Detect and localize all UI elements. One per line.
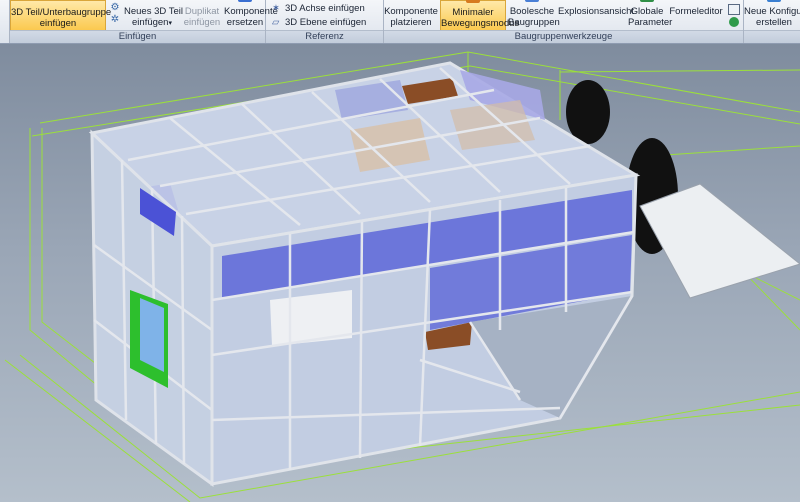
ribbon-group-konfiguration: Neue Konfigur erstellen xyxy=(744,0,800,43)
button-label-line2: einfügen xyxy=(183,17,221,28)
komponente-platzieren-button[interactable]: Komponente platzieren xyxy=(384,0,438,31)
door-window xyxy=(140,298,164,372)
button-label-line1: Neue Konfigur xyxy=(744,6,800,17)
button-label: Explosionsansicht xyxy=(558,6,635,17)
motion-icon xyxy=(466,0,480,3)
button-label-line1: Globale xyxy=(630,6,664,17)
button-label-line2: einfügen▾ xyxy=(124,17,180,29)
parameter-icon xyxy=(640,0,654,2)
button-label-line1: 3D Teil/Unterbaugruppe xyxy=(11,7,112,18)
formeleditor-button[interactable]: Formeleditor xyxy=(668,0,724,31)
button-label-line1: Minimaler xyxy=(452,7,494,18)
boolean-icon xyxy=(525,0,539,2)
wireframe-line xyxy=(649,145,800,157)
3d-viewport[interactable] xyxy=(0,44,800,502)
group-label-konfiguration xyxy=(744,30,800,43)
button-label-line2: erstellen xyxy=(756,17,792,28)
button-label-line2: einfügen xyxy=(39,18,77,29)
button-label-line2: Bewegungsmodus xyxy=(441,18,520,29)
button-label: Formeleditor xyxy=(669,6,723,17)
ribbon-group-baugruppenwerkzeuge: Komponente platzieren Minimaler Bewegung… xyxy=(384,0,744,43)
globe-icon[interactable] xyxy=(729,17,739,27)
gear-icon[interactable]: ⚙ xyxy=(108,2,122,14)
group-label-baugruppenwerkzeuge: Baugruppenwerkzeuge xyxy=(384,30,743,43)
button-label-line2: ersetzen xyxy=(226,17,264,28)
configuration-icon xyxy=(767,0,781,2)
button-label-line2: Parameter xyxy=(628,17,673,28)
3d-teil-unterbaugruppe-einfuegen-button[interactable]: 3D Teil/Unterbaugruppe einfügen xyxy=(10,0,112,31)
button-label-line1: Neues 3D Teil xyxy=(124,6,183,17)
globale-parameter-button[interactable]: Globale Parameter xyxy=(628,0,673,31)
ribbon-toolbar: 3D Teil/Unterbaugruppe einfügen ⚙ ✲ Neue… xyxy=(0,0,800,44)
duplikat-einfuegen-button[interactable]: Duplikat einfügen xyxy=(180,0,224,31)
button-label-line1: Komponente xyxy=(384,6,438,17)
button-label-line1: Komponente xyxy=(224,6,278,17)
neue-konfiguration-erstellen-button[interactable]: Neue Konfigur erstellen xyxy=(744,0,800,31)
button-label-line2: platzieren xyxy=(390,17,432,28)
group-label-referenz: Referenz xyxy=(266,30,383,43)
table-icon[interactable] xyxy=(728,4,740,15)
minimaler-bewegungsmodus-button[interactable]: Minimaler Bewegungsmodus xyxy=(440,0,520,31)
ribbon-group-previous xyxy=(0,0,10,43)
wheel-rear xyxy=(566,80,610,144)
axis-icon: ✶ xyxy=(272,3,280,14)
ribbon-group-einfuegen: 3D Teil/Unterbaugruppe einfügen ⚙ ✲ Neue… xyxy=(10,0,278,43)
small-tools-column xyxy=(726,4,742,28)
ramp-plate xyxy=(639,183,800,299)
button-label-line1: Boolesche xyxy=(509,6,555,17)
wireframe-line xyxy=(559,69,800,73)
explosionsansicht-button[interactable]: Explosionsansicht xyxy=(558,0,635,31)
settings-icon[interactable]: ✲ xyxy=(108,14,122,26)
3d-ebene-einfuegen-button[interactable]: ▱ 3D Ebene einfügen xyxy=(272,16,366,29)
assembly-scene[interactable] xyxy=(0,44,800,502)
button-label: 3D Achse einfügen xyxy=(285,3,365,14)
neues-3d-teil-einfuegen-button[interactable]: Neues 3D Teil einfügen▾ xyxy=(124,0,183,31)
small-tools-column: ⚙ ✲ xyxy=(108,2,122,30)
ribbon-group-referenz: ✶ 3D Achse einfügen ▱ 3D Ebene einfügen Re… xyxy=(266,0,384,43)
boolesche-baugruppen-button[interactable]: Boolesche Baugruppen xyxy=(508,0,560,31)
group-label-einfuegen: Einfügen xyxy=(10,30,265,43)
3d-achse-einfuegen-button[interactable]: ✶ 3D Achse einfügen xyxy=(272,2,365,15)
chevron-down-icon: ▾ xyxy=(168,20,172,27)
button-label-line2-text: einfügen xyxy=(132,17,169,28)
cube-icon xyxy=(238,0,252,2)
plane-icon: ▱ xyxy=(272,17,280,28)
button-label-line2: Baugruppen xyxy=(508,17,560,28)
button-label-line1: Duplikat xyxy=(184,6,220,17)
button-label: 3D Ebene einfügen xyxy=(285,17,367,28)
komponente-ersetzen-button[interactable]: Komponente ersetzen xyxy=(224,0,278,31)
